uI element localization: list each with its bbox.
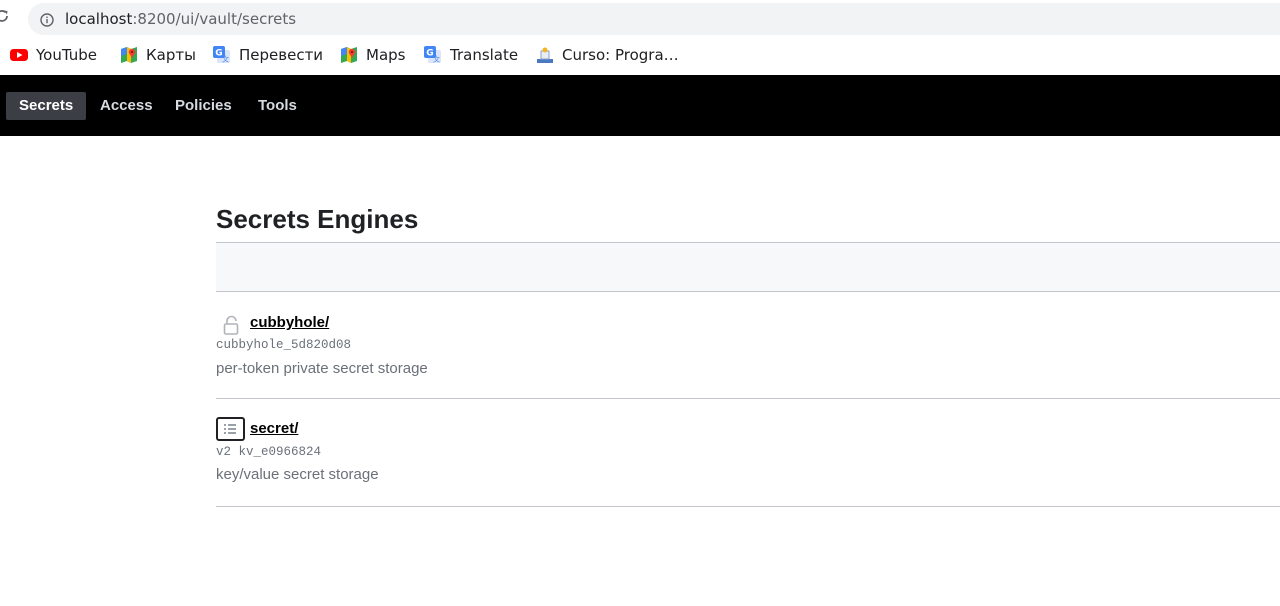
engine-accessor: v2 kv_e0966824 [216, 445, 322, 459]
bookmark-translate[interactable]: G 文 Translate [424, 44, 518, 66]
engine-accessor: cubbyhole_5d820d08 [216, 338, 352, 352]
secrets-engine-row: cubbyhole/ cubbyhole_5d820d08 per-token … [216, 292, 1280, 399]
bookmark-label: Карты [146, 46, 196, 64]
secrets-toolbar [216, 242, 1280, 292]
browser-toolbar: localhost:8200/ui/vault/secrets [0, 0, 1280, 38]
kv-list-icon [216, 417, 246, 443]
nav-tools[interactable]: Tools [245, 92, 310, 120]
url-text[interactable]: localhost:8200/ui/vault/secrets [65, 10, 296, 28]
bookmark-label: Curso: Progra… [562, 46, 679, 64]
bookmark-label: Maps [366, 46, 406, 64]
google-maps-icon [340, 46, 358, 64]
youtube-icon [10, 46, 28, 64]
lock-icon [216, 313, 246, 339]
bookmark-youtube[interactable]: YouTube [10, 44, 97, 66]
engine-description: per-token private secret storage [216, 360, 428, 377]
bookmark-label: YouTube [36, 46, 97, 64]
bookmark-karty[interactable]: Карты [120, 44, 196, 66]
engine-description: key/value secret storage [216, 466, 379, 483]
svg-text:文: 文 [433, 55, 440, 64]
nav-access[interactable]: Access [87, 92, 166, 120]
site-info-icon[interactable] [40, 12, 54, 27]
vault-main-nav: Secrets Access Policies Tools [0, 75, 1280, 136]
bookmark-perevesti[interactable]: G 文 Перевести [213, 44, 323, 66]
url-host: localhost [65, 10, 133, 28]
svg-text:文: 文 [222, 55, 229, 64]
address-bar[interactable]: localhost:8200/ui/vault/secrets [28, 3, 1280, 35]
bookmark-maps[interactable]: Maps [340, 44, 405, 66]
bookmarks-bar: YouTube Карты G 文 Перевести Maps G 文 Tra… [0, 38, 1280, 74]
google-maps-icon [120, 46, 138, 64]
page-title: Secrets Engines [216, 204, 419, 234]
engine-path-link[interactable]: secret/ [250, 420, 298, 437]
google-translate-icon: G 文 [424, 46, 442, 64]
reload-icon[interactable] [0, 8, 10, 24]
bookmark-label: Translate [450, 46, 519, 64]
url-path: :8200/ui/vault/secrets [132, 10, 297, 28]
google-translate-icon: G 文 [213, 46, 231, 64]
bookmark-curso[interactable]: Curso: Progra… [536, 44, 679, 66]
nav-secrets[interactable]: Secrets [6, 92, 87, 120]
engine-path-link[interactable]: cubbyhole/ [250, 314, 329, 331]
course-icon [536, 46, 554, 64]
secrets-engine-row: secret/ v2 kv_e0966824 key/value secret … [216, 399, 1280, 507]
nav-policies[interactable]: Policies [162, 92, 245, 120]
bookmark-label: Перевести [239, 46, 324, 64]
